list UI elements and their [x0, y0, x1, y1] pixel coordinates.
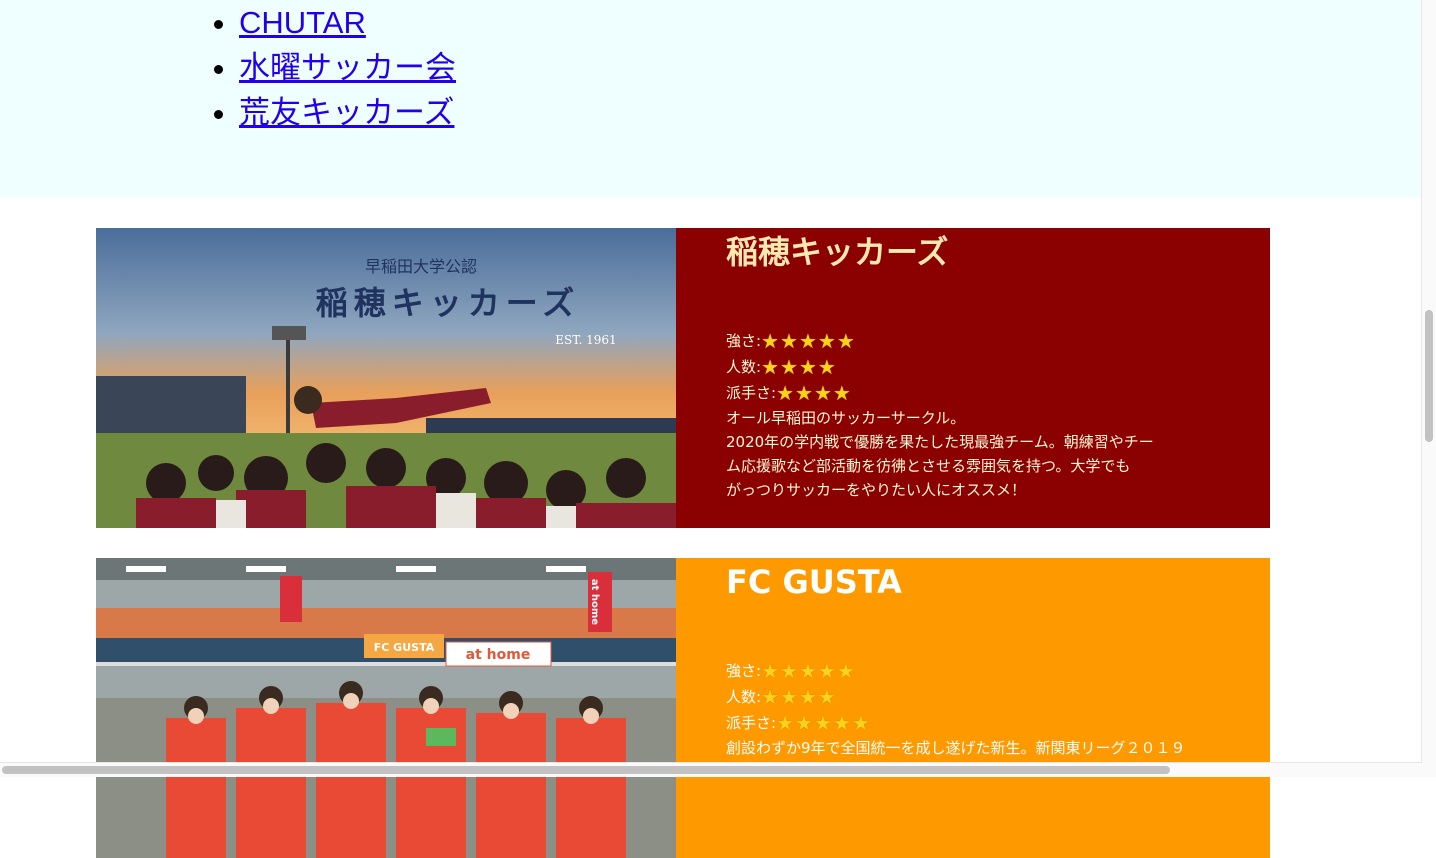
rating-label: 強さ:: [726, 332, 762, 350]
star-icon: ★: [780, 685, 798, 709]
rating-members: 人数: ★ ★ ★ ★: [726, 684, 1196, 710]
star-icon: ★: [776, 711, 794, 735]
star-rating: ★ ★ ★ ★: [761, 357, 837, 377]
star-icon: ★: [798, 659, 817, 683]
star-icon: ★: [780, 355, 798, 379]
rating-label: 強さ:: [726, 662, 762, 680]
star-icon: ★: [761, 329, 779, 353]
star-icon: ★: [836, 329, 855, 353]
star-icon: ★: [798, 329, 817, 353]
team-photo-inaho: 早稲田大学公認 稲穂キッカーズ EST. 1961: [96, 228, 676, 528]
team-card-fc-gusta: FC GUSTA at home at home FC GUSTA 強さ: ★ …: [96, 558, 1270, 858]
star-icon: ★: [798, 355, 817, 379]
star-icon: ★: [817, 329, 836, 353]
link-suiyou-soccer[interactable]: 水曜サッカー会: [239, 50, 456, 85]
rating-members: 人数: ★ ★ ★ ★: [726, 354, 1196, 380]
horizontal-scrollbar[interactable]: [0, 762, 1422, 777]
list-item: 水曜サッカー会: [239, 45, 456, 90]
vertical-scrollbar[interactable]: [1421, 0, 1436, 777]
rating-label: 人数:: [726, 688, 762, 706]
star-icon: ★: [798, 685, 817, 709]
star-icon: ★: [780, 659, 798, 683]
photo-official-label: 早稲田大学公認: [365, 257, 477, 276]
star-icon: ★: [761, 355, 779, 379]
photo-club-name: 稲穂キッカーズ: [316, 284, 580, 322]
photo-banner-gusta: FC GUSTA: [374, 641, 435, 654]
star-icon: ★: [817, 659, 836, 683]
team-card-inaho: 早稲田大学公認 稲穂キッカーズ EST. 1961 稲穂キッカーズ 強さ: ★ ★…: [96, 228, 1270, 528]
rating-strength: 強さ: ★ ★ ★ ★ ★: [726, 328, 1196, 354]
team-info-fc-gusta: FC GUSTA 強さ: ★ ★ ★ ★ ★ 人数: ★ ★ ★ ★ 派手さ: ★ ★ ★ ★ ★ 創…: [726, 558, 1196, 760]
rating-list: 強さ: ★ ★ ★ ★ ★ 人数: ★ ★ ★ ★ 派手さ: ★ ★ ★ ★ ★: [726, 658, 1196, 736]
link-aratomo-kickers[interactable]: 荒友キッカーズ: [239, 95, 454, 130]
star-icon: ★: [836, 659, 855, 683]
star-icon: ★: [832, 711, 851, 735]
rating-label: 派手さ:: [726, 384, 777, 402]
star-icon: ★: [780, 329, 798, 353]
star-icon: ★: [761, 685, 779, 709]
star-icon: ★: [795, 381, 813, 405]
links-section: CHUTAR 水曜サッカー会 荒友キッカーズ: [0, 0, 1422, 197]
star-rating: ★ ★ ★ ★ ★: [761, 661, 856, 681]
photo-est: EST. 1961: [555, 333, 616, 347]
team-description: 創設わずか9年で全国統一を成し遂げた新生。新関東リーグ２０１９: [726, 739, 1186, 757]
rating-list: 強さ: ★ ★ ★ ★ ★ 人数: ★ ★ ★ ★ 派手さ: ★ ★ ★ ★: [726, 328, 1196, 406]
star-rating: ★ ★ ★ ★ ★: [776, 713, 871, 733]
star-icon: ★: [795, 711, 813, 735]
star-icon: ★: [813, 381, 832, 405]
rating-label: 派手さ:: [726, 714, 777, 732]
rating-label: 人数:: [726, 358, 762, 376]
star-rating: ★ ★ ★ ★: [761, 687, 837, 707]
rating-flashiness: 派手さ: ★ ★ ★ ★: [726, 380, 1196, 406]
team-description: オール早稲田のサッカーサークル。 2020年の学内戦で優勝を果たした現最強チーム…: [726, 409, 1154, 499]
star-rating: ★ ★ ★ ★ ★: [761, 331, 856, 351]
star-icon: ★: [817, 355, 836, 379]
vertical-scrollbar-thumb[interactable]: [1425, 310, 1433, 442]
star-icon: ★: [813, 711, 832, 735]
star-rating: ★ ★ ★ ★: [776, 383, 852, 403]
star-icon: ★: [817, 685, 836, 709]
star-icon: ★: [776, 381, 794, 405]
photo-banner-athome: at home: [466, 647, 531, 663]
team-photo-fc-gusta: FC GUSTA at home at home: [96, 558, 676, 858]
star-icon: ★: [851, 711, 870, 735]
team-name: FC GUSTA: [726, 563, 902, 601]
rating-flashiness: 派手さ: ★ ★ ★ ★ ★: [726, 710, 1196, 736]
horizontal-scrollbar-thumb[interactable]: [2, 766, 1170, 774]
star-icon: ★: [832, 381, 851, 405]
team-link-list: CHUTAR 水曜サッカー会 荒友キッカーズ: [197, 0, 456, 135]
star-icon: ★: [761, 659, 779, 683]
link-chutar[interactable]: CHUTAR: [239, 5, 366, 40]
list-item: 荒友キッカーズ: [239, 90, 456, 135]
team-name: 稲穂キッカーズ: [726, 233, 949, 271]
team-info-inaho: 稲穂キッカーズ 強さ: ★ ★ ★ ★ ★ 人数: ★ ★ ★ ★ 派手さ: ★ ★ ★ ★ オール…: [726, 228, 1196, 502]
photo-vertical-banner: at home: [589, 579, 600, 625]
rating-strength: 強さ: ★ ★ ★ ★ ★: [726, 658, 1196, 684]
list-item: CHUTAR: [239, 0, 456, 45]
